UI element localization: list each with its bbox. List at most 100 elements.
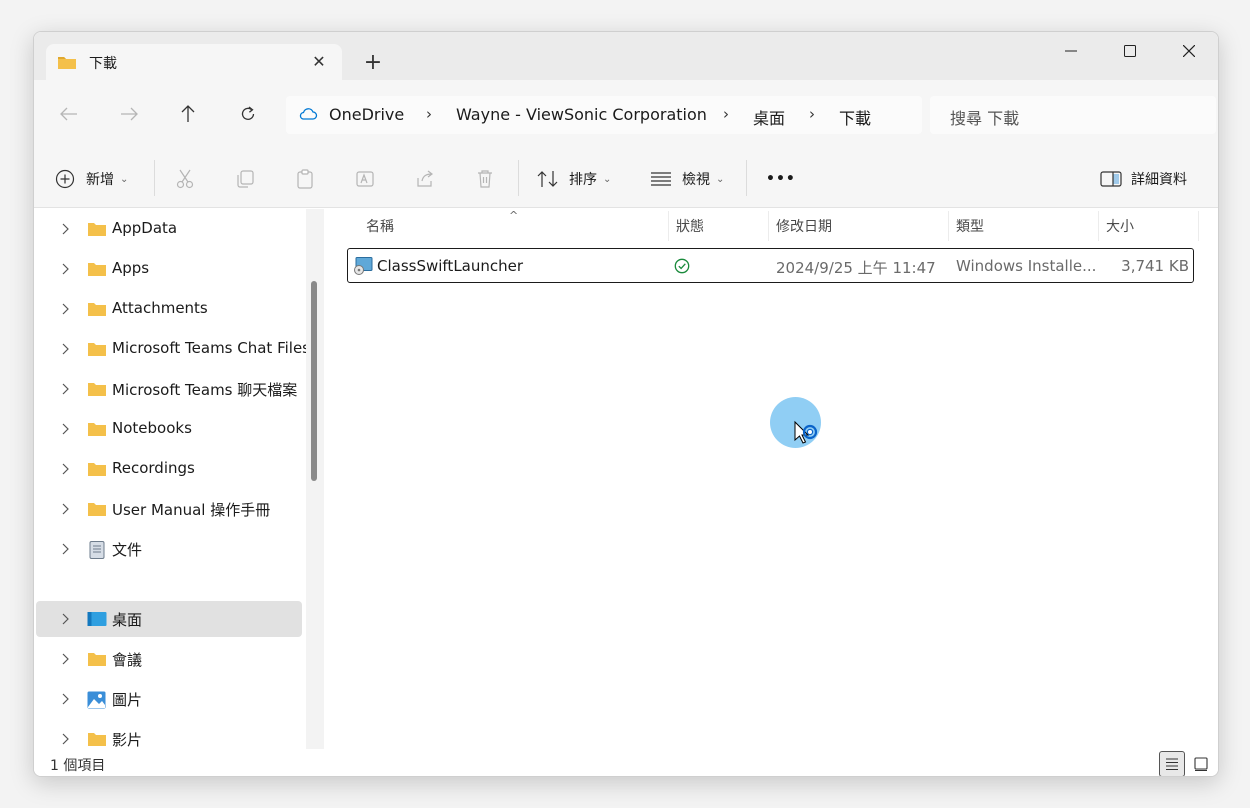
arrow-left-icon	[60, 107, 77, 121]
sort-ascending-icon: ^	[509, 209, 519, 222]
cut-button[interactable]	[174, 168, 196, 190]
table-row[interactable]: ClassSwiftLauncher 2024/9/25 上午 11:47 Wi…	[347, 248, 1194, 283]
breadcrumb-desktop[interactable]: 桌面	[753, 105, 785, 129]
up-button[interactable]	[173, 99, 203, 129]
breadcrumb-organization[interactable]: Wayne - ViewSonic Corporation	[456, 105, 707, 124]
close-window-button[interactable]	[1160, 32, 1218, 70]
chevron-right-icon	[62, 223, 69, 235]
delete-button[interactable]	[474, 168, 496, 190]
minimize-button[interactable]	[1042, 32, 1100, 70]
refresh-button[interactable]	[233, 99, 263, 129]
desktop-icon	[87, 611, 107, 631]
toolbar-divider	[154, 160, 155, 196]
new-label: 新增	[86, 172, 114, 188]
column-divider[interactable]	[1098, 211, 1099, 241]
tab-close-button[interactable]: ✕	[308, 51, 330, 73]
chevron-down-icon: ⌄	[716, 173, 725, 185]
column-header-modified[interactable]: 修改日期	[776, 216, 832, 236]
chevron-down-icon: ⌄	[120, 173, 129, 185]
plus-circle-icon	[55, 169, 75, 189]
chevron-right-icon	[62, 423, 69, 435]
sidebar-item-documents[interactable]: 文件	[36, 531, 302, 567]
tiles-view-button[interactable]	[1188, 751, 1214, 776]
tab-downloads[interactable]: 下載 ✕	[46, 44, 342, 80]
column-divider[interactable]	[668, 211, 669, 241]
column-divider[interactable]	[768, 211, 769, 241]
minimize-icon	[1065, 50, 1077, 52]
chevron-down-icon: ⌄	[603, 173, 612, 185]
arrow-up-icon	[181, 105, 195, 122]
sidebar-item-apps[interactable]: Apps	[36, 251, 302, 287]
toolbar-divider	[518, 160, 519, 196]
view-button[interactable]: 檢視 ⌄	[650, 166, 724, 192]
new-button[interactable]: 新增 ⌄	[55, 166, 128, 192]
breadcrumb-separator[interactable]: ›	[723, 105, 729, 123]
sidebar-item-pictures[interactable]: 圖片	[36, 681, 302, 717]
column-header-type[interactable]: 類型	[956, 216, 984, 236]
sort-label: 排序	[569, 172, 597, 188]
rename-button[interactable]	[354, 168, 376, 190]
clipboard-icon	[297, 169, 313, 189]
status-bar: 1 個項目	[34, 749, 1218, 776]
details-view-button[interactable]	[1159, 751, 1185, 776]
paste-button[interactable]	[294, 168, 316, 190]
breadcrumb[interactable]: OneDrive › Wayne - ViewSonic Corporation…	[286, 96, 922, 134]
documents-icon	[87, 541, 107, 563]
sidebar-item-label: Recordings	[112, 459, 195, 477]
forward-button[interactable]	[114, 99, 144, 129]
sidebar-item-teams-chat-files-zh[interactable]: Microsoft Teams 聊天檔案	[36, 371, 302, 407]
rename-icon	[356, 171, 374, 187]
sidebar-item-attachments[interactable]: Attachments	[36, 291, 302, 327]
file-name: ClassSwiftLauncher	[377, 257, 524, 275]
sidebar-item-label: Apps	[112, 259, 150, 277]
pictures-icon	[87, 691, 107, 713]
sidebar-item-notebooks[interactable]: Notebooks	[36, 411, 302, 447]
folder-icon	[87, 341, 107, 361]
details-pane-button[interactable]: 詳細資料	[1100, 166, 1187, 192]
sidebar-item-meetings[interactable]: 會議	[36, 641, 302, 677]
tab-title: 下載	[89, 56, 117, 72]
sidebar-item-teams-chat-files[interactable]: Microsoft Teams Chat Files	[36, 331, 310, 367]
column-divider[interactable]	[948, 211, 949, 241]
breadcrumb-separator[interactable]: ›	[809, 105, 815, 123]
column-header-size[interactable]: 大小	[1106, 216, 1134, 236]
file-type: Windows Installe...	[956, 257, 1097, 275]
sidebar-item-appdata[interactable]: AppData	[36, 211, 302, 247]
maximize-button[interactable]	[1101, 32, 1159, 70]
search-placeholder: 搜尋 下載	[950, 109, 1020, 128]
more-options-button[interactable]: •••	[766, 166, 796, 192]
toolbar-divider	[746, 160, 747, 196]
copy-button[interactable]	[234, 168, 256, 190]
sidebar-item-user-manual[interactable]: User Manual 操作手冊	[36, 491, 302, 527]
share-icon	[417, 170, 433, 187]
chevron-right-icon	[62, 543, 69, 555]
cloud-icon	[298, 106, 318, 126]
file-explorer-window: 下載 ✕ + OneDrive › Wayne - ViewSonic Corp…	[33, 31, 1219, 777]
search-input[interactable]: 搜尋 下載	[930, 96, 1216, 134]
column-divider[interactable]	[1198, 211, 1199, 241]
sidebar-item-recordings[interactable]: Recordings	[36, 451, 302, 487]
file-size: 3,741 KB	[1121, 257, 1189, 275]
folder-icon	[87, 731, 107, 751]
breadcrumb-separator[interactable]: ›	[426, 105, 432, 123]
sidebar-item-label: Microsoft Teams Chat Files	[112, 339, 310, 357]
sort-button[interactable]: 排序 ⌄	[537, 166, 611, 192]
sidebar-item-desktop[interactable]: 桌面	[36, 601, 302, 637]
scissors-icon	[176, 169, 194, 189]
back-button[interactable]	[54, 99, 84, 129]
new-tab-button[interactable]: +	[360, 50, 386, 76]
share-button[interactable]	[414, 168, 436, 190]
chevron-right-icon	[62, 263, 69, 275]
details-pane-icon	[1100, 171, 1122, 187]
trash-icon	[478, 170, 492, 188]
breadcrumb-onedrive[interactable]: OneDrive	[329, 105, 404, 124]
chevron-right-icon	[62, 733, 69, 745]
column-header-status[interactable]: 狀態	[676, 216, 704, 236]
column-header-name[interactable]: 名稱	[366, 216, 394, 236]
details-label: 詳細資料	[1131, 172, 1187, 188]
folder-icon	[87, 221, 107, 241]
copy-icon	[237, 170, 254, 188]
breadcrumb-downloads[interactable]: 下載	[839, 105, 871, 129]
refresh-icon	[241, 106, 255, 120]
sidebar-scroll-thumb[interactable]	[311, 281, 317, 481]
